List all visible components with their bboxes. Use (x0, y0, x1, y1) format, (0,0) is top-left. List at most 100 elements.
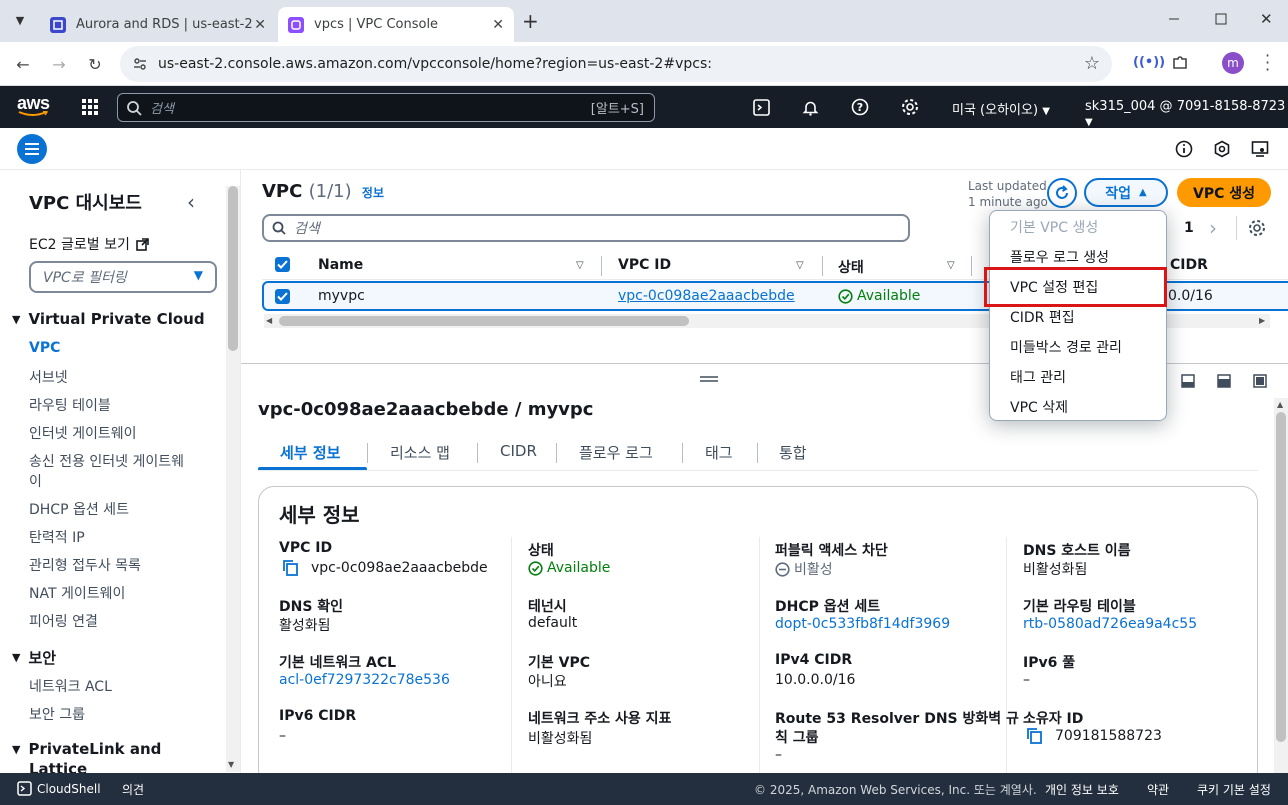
sidebar-item-egress-only-igw-wrap[interactable]: 이 (29, 471, 42, 491)
col-header-cidr[interactable]: CIDR (1170, 257, 1208, 273)
copy-icon[interactable] (283, 560, 299, 576)
sidebar-section-privatelink[interactable]: ▼ PrivateLink and (12, 740, 161, 758)
create-vpc-button[interactable]: VPC 생성 (1177, 178, 1271, 207)
col-header-status[interactable]: 상태 (838, 257, 864, 277)
cloudshell-icon[interactable] (751, 97, 771, 117)
sidebar-item-prefix-lists[interactable]: 관리형 접두사 목록 (29, 555, 141, 575)
privacy-link[interactable]: 개인 정보 보호 (1045, 781, 1119, 798)
menu-item-delete-vpc[interactable]: VPC 삭제 (1010, 397, 1068, 417)
menu-item-edit-cidrs[interactable]: CIDR 편집 (1010, 307, 1075, 327)
profile-avatar[interactable]: m (1222, 52, 1244, 74)
feedback-link[interactable]: 의견 (122, 781, 144, 798)
aws-logo[interactable]: aws (17, 94, 50, 117)
sidebar-section-security[interactable]: ▼ 보안 (12, 647, 56, 668)
address-bar[interactable]: us-east-2.console.aws.amazon.com/vpccons… (120, 46, 1112, 82)
actions-button[interactable]: 작업 ▲ (1084, 178, 1168, 207)
panel-bottom-icon[interactable] (1181, 374, 1195, 388)
notifications-bell-icon[interactable] (800, 97, 820, 117)
collapse-sidebar-icon[interactable]: ‹ (187, 190, 195, 214)
sidebar-item-egress-only-igw[interactable]: 송신 전용 인터넷 게이트웨 (29, 451, 184, 471)
account-menu[interactable]: sk315_004 @ 7091-8158-8723 ▼ (1085, 99, 1288, 129)
back-icon[interactable]: ← (14, 55, 32, 74)
sort-icon[interactable]: ▽ (576, 260, 584, 271)
select-all-checkbox[interactable] (275, 257, 290, 272)
sidebar-item-vpc[interactable]: VPC (29, 340, 60, 356)
ec2-global-view-link[interactable]: EC2 글로벌 보기 (29, 234, 149, 254)
puzzle-extensions-icon[interactable] (1171, 53, 1189, 71)
reload-icon[interactable]: ↻ (86, 55, 104, 74)
menu-item-manage-tags[interactable]: 태그 관리 (1010, 367, 1066, 387)
terms-link[interactable]: 약관 (1147, 781, 1169, 798)
browser-tab-vpc[interactable]: vpcs | VPC Console ✕ (278, 7, 514, 42)
feedback-icon[interactable] (1213, 140, 1231, 158)
site-settings-icon[interactable] (132, 56, 148, 72)
row-checkbox[interactable] (275, 289, 290, 304)
col-header-name[interactable]: Name (318, 257, 363, 273)
menu-item-manage-middlebox-routes[interactable]: 미들박스 경로 관리 (1010, 337, 1122, 357)
tab-cidr[interactable]: CIDR (500, 442, 537, 460)
field-main-acl-link[interactable]: acl-0ef7297322c78e536 (279, 672, 450, 688)
panel-split-icon[interactable] (1217, 374, 1231, 388)
tab-list-dropdown-icon[interactable]: ▼ (10, 10, 30, 30)
info-link[interactable]: 정보 (362, 186, 384, 200)
menu-item-create-flow-log[interactable]: 플로우 로그 생성 (1010, 247, 1109, 267)
detail-scroll-thumb[interactable] (1276, 412, 1286, 742)
close-window-icon[interactable]: ✕ (1260, 10, 1273, 28)
vpc-filter-select[interactable]: VPC로 필터링 ▼ (29, 261, 217, 293)
preferences-icon[interactable] (1251, 140, 1269, 158)
tab-details[interactable]: 세부 정보 (280, 442, 340, 463)
sidebar-item-dhcp-options[interactable]: DHCP 옵션 세트 (29, 499, 129, 519)
sort-icon[interactable]: ▽ (947, 260, 955, 271)
copy-icon[interactable] (1027, 728, 1043, 744)
table-hscroll-thumb[interactable] (279, 316, 689, 326)
col-header-vpc-id[interactable]: VPC ID (618, 257, 671, 273)
settings-gear-icon[interactable] (900, 97, 920, 117)
panel-full-icon[interactable] (1253, 374, 1267, 388)
forward-icon[interactable]: → (50, 55, 68, 74)
sidebar-scroll-down-icon[interactable]: ▼ (228, 760, 234, 769)
sort-icon[interactable]: ▽ (796, 260, 804, 271)
row-vpc-id-link[interactable]: vpc-0c098ae2aaacbebde (618, 288, 795, 304)
region-selector[interactable]: 미국 (오하이오) ▼ (952, 99, 1050, 118)
close-tab-icon[interactable]: ✕ (254, 17, 266, 33)
info-icon[interactable] (1175, 140, 1193, 158)
aws-search-input[interactable]: 검색 [알트+S] (117, 93, 655, 122)
sidebar-item-internet-gateways[interactable]: 인터넷 게이트웨이 (29, 423, 137, 443)
sidebar-item-subnets[interactable]: 서브넷 (29, 367, 68, 387)
scroll-left-icon[interactable]: ◀ (266, 316, 272, 325)
minimize-icon[interactable] (1168, 12, 1180, 24)
field-main-route-table-link[interactable]: rtb-0580ad726ea9a4c55 (1023, 616, 1197, 632)
table-settings-gear-icon[interactable] (1248, 219, 1266, 237)
sidebar-item-security-groups[interactable]: 보안 그룹 (29, 704, 85, 724)
browser-menu-icon[interactable]: · · · (1265, 48, 1270, 78)
resize-handle-icon[interactable] (700, 376, 718, 382)
sidebar-scrollbar-thumb[interactable] (228, 186, 238, 351)
next-page-icon[interactable]: › (1209, 216, 1217, 240)
help-icon[interactable]: ? (850, 97, 870, 117)
tab-tags[interactable]: 태그 (705, 442, 733, 463)
cloudshell-button[interactable]: CloudShell (17, 781, 101, 796)
bookmark-star-icon[interactable]: ☆ (1084, 53, 1100, 74)
sidebar-title[interactable]: VPC 대시보드 (29, 189, 142, 215)
hamburger-menu-icon[interactable] (17, 134, 47, 164)
services-grid-icon[interactable] (82, 99, 98, 115)
tab-integrations[interactable]: 통합 (779, 442, 807, 463)
maximize-icon[interactable] (1215, 13, 1227, 25)
sidebar-item-elastic-ip[interactable]: 탄력적 IP (29, 527, 85, 547)
vpc-search-input[interactable]: 검색 (262, 214, 910, 242)
close-tab-icon[interactable]: ✕ (492, 17, 504, 33)
sidebar-section-vpc[interactable]: ▼ Virtual Private Cloud (12, 310, 205, 328)
extension-icon[interactable]: ((•)) (1133, 55, 1165, 70)
browser-tab-aurora[interactable]: Aurora and RDS | us-east-2 ✕ (40, 7, 276, 42)
scroll-right-icon[interactable]: ▶ (1259, 316, 1265, 325)
tab-flow-logs[interactable]: 플로우 로그 (579, 442, 653, 463)
refresh-button[interactable] (1047, 178, 1077, 208)
tab-resource-map[interactable]: 리소스 맵 (390, 442, 450, 463)
cookie-preferences-link[interactable]: 쿠키 기본 설정 (1197, 781, 1271, 798)
new-tab-icon[interactable]: + (522, 9, 539, 33)
sidebar-item-peering[interactable]: 피어링 연결 (29, 611, 98, 631)
sidebar-item-network-acl[interactable]: 네트워크 ACL (29, 676, 112, 696)
field-dhcp-link[interactable]: dopt-0c533fb8f14df3969 (775, 616, 950, 632)
detail-scroll-up-icon[interactable]: ▲ (1277, 400, 1283, 409)
sidebar-item-route-tables[interactable]: 라우팅 테이블 (29, 395, 111, 415)
